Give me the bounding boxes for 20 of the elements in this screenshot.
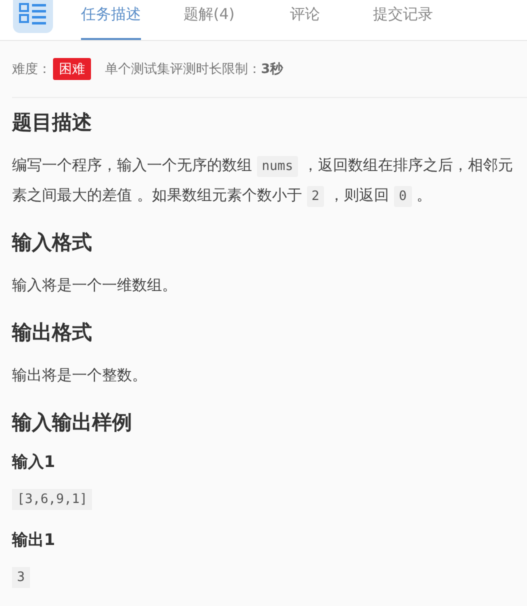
tab[interactable]: 评论 xyxy=(277,0,333,40)
code-block: [3,6,9,1] xyxy=(12,489,92,510)
example-heading: 输出1 xyxy=(12,529,56,551)
time-limit-value: 3秒 xyxy=(261,61,284,78)
code-block: 3 xyxy=(12,567,30,588)
time-limit-label: 单个测试集评测时长限制： xyxy=(105,61,261,78)
section-heading: 输入输出样例 xyxy=(12,409,133,436)
tab[interactable]: 提交记录 xyxy=(373,0,433,40)
difficulty-label: 难度： xyxy=(12,61,51,78)
list-icon xyxy=(13,0,53,33)
tab[interactable]: 题解(4) xyxy=(181,0,237,40)
paragraph: 编写一个程序，输入一个无序的数组 nums ，返回数组在排序之后，相邻元素之间最大的差值 。如果数组元素个数小于 2 ，则返回 0 。 xyxy=(12,150,519,210)
paragraph: 输出将是一个整数。 xyxy=(12,365,148,386)
paragraph: 输入将是一个一维数组。 xyxy=(12,275,178,296)
tab[interactable]: 任务描述 xyxy=(81,0,141,40)
section-heading: 输入格式 xyxy=(12,229,93,256)
section-heading: 输出格式 xyxy=(12,319,93,346)
difficulty-badge: 困难 xyxy=(53,58,91,80)
section-heading: 题目描述 xyxy=(12,109,93,136)
example-heading: 输入1 xyxy=(12,451,56,473)
